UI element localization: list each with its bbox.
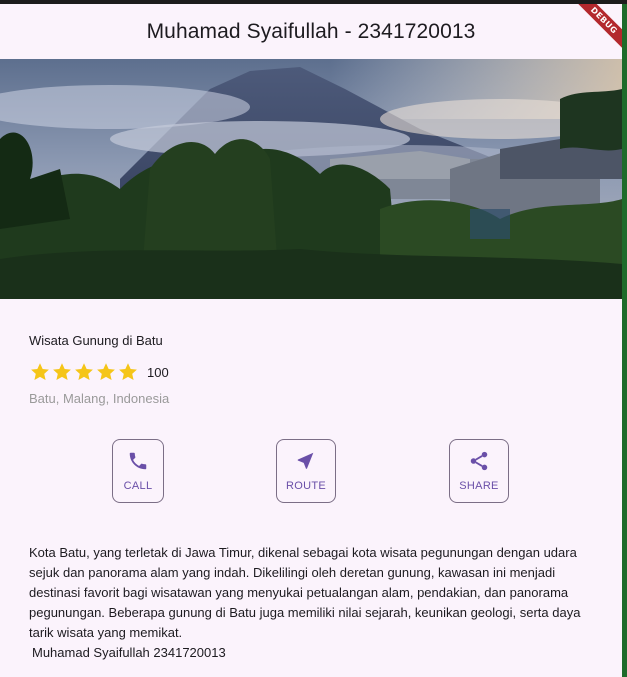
call-button[interactable]: CALL xyxy=(112,439,164,503)
window-right-edge xyxy=(622,4,627,677)
star-icon xyxy=(97,363,115,380)
app-bar-title: Muhamad Syaifullah - 2341720013 xyxy=(146,19,476,43)
route-button-label: ROUTE xyxy=(286,480,326,492)
app-screen: Muhamad Syaifullah - 2341720013 DEBUG Wi… xyxy=(0,4,622,677)
place-description: Kota Batu, yang terletak di Jawa Timur, … xyxy=(29,545,581,640)
navigation-arrow-icon xyxy=(297,452,314,469)
rating-count: 100 xyxy=(147,364,169,380)
share-button-label: SHARE xyxy=(459,480,499,492)
app-bar: Muhamad Syaifullah - 2341720013 xyxy=(0,4,622,59)
author-credit: Muhamad Syaifullah 2341720013 xyxy=(32,645,226,660)
star-icon xyxy=(31,363,49,380)
hero-mountain-image xyxy=(0,59,622,299)
star-icon xyxy=(119,363,137,380)
route-button[interactable]: ROUTE xyxy=(276,439,336,503)
star-icon xyxy=(53,363,71,380)
place-location: Batu, Malang, Indonesia xyxy=(29,391,170,406)
rating-row: 100 xyxy=(29,361,622,383)
place-title: Wisata Gunung di Batu xyxy=(29,333,163,348)
place-details: Wisata Gunung di Batu 100 Batu, Malang, … xyxy=(0,333,622,406)
share-button[interactable]: SHARE xyxy=(449,439,509,503)
call-button-label: CALL xyxy=(123,480,153,492)
action-buttons: CALL ROUTE SHARE xyxy=(0,439,622,509)
star-icon xyxy=(75,363,93,380)
share-icon xyxy=(470,451,488,471)
phone-icon xyxy=(129,452,147,470)
description-section: Kota Batu, yang terletak di Jawa Timur, … xyxy=(0,543,622,663)
